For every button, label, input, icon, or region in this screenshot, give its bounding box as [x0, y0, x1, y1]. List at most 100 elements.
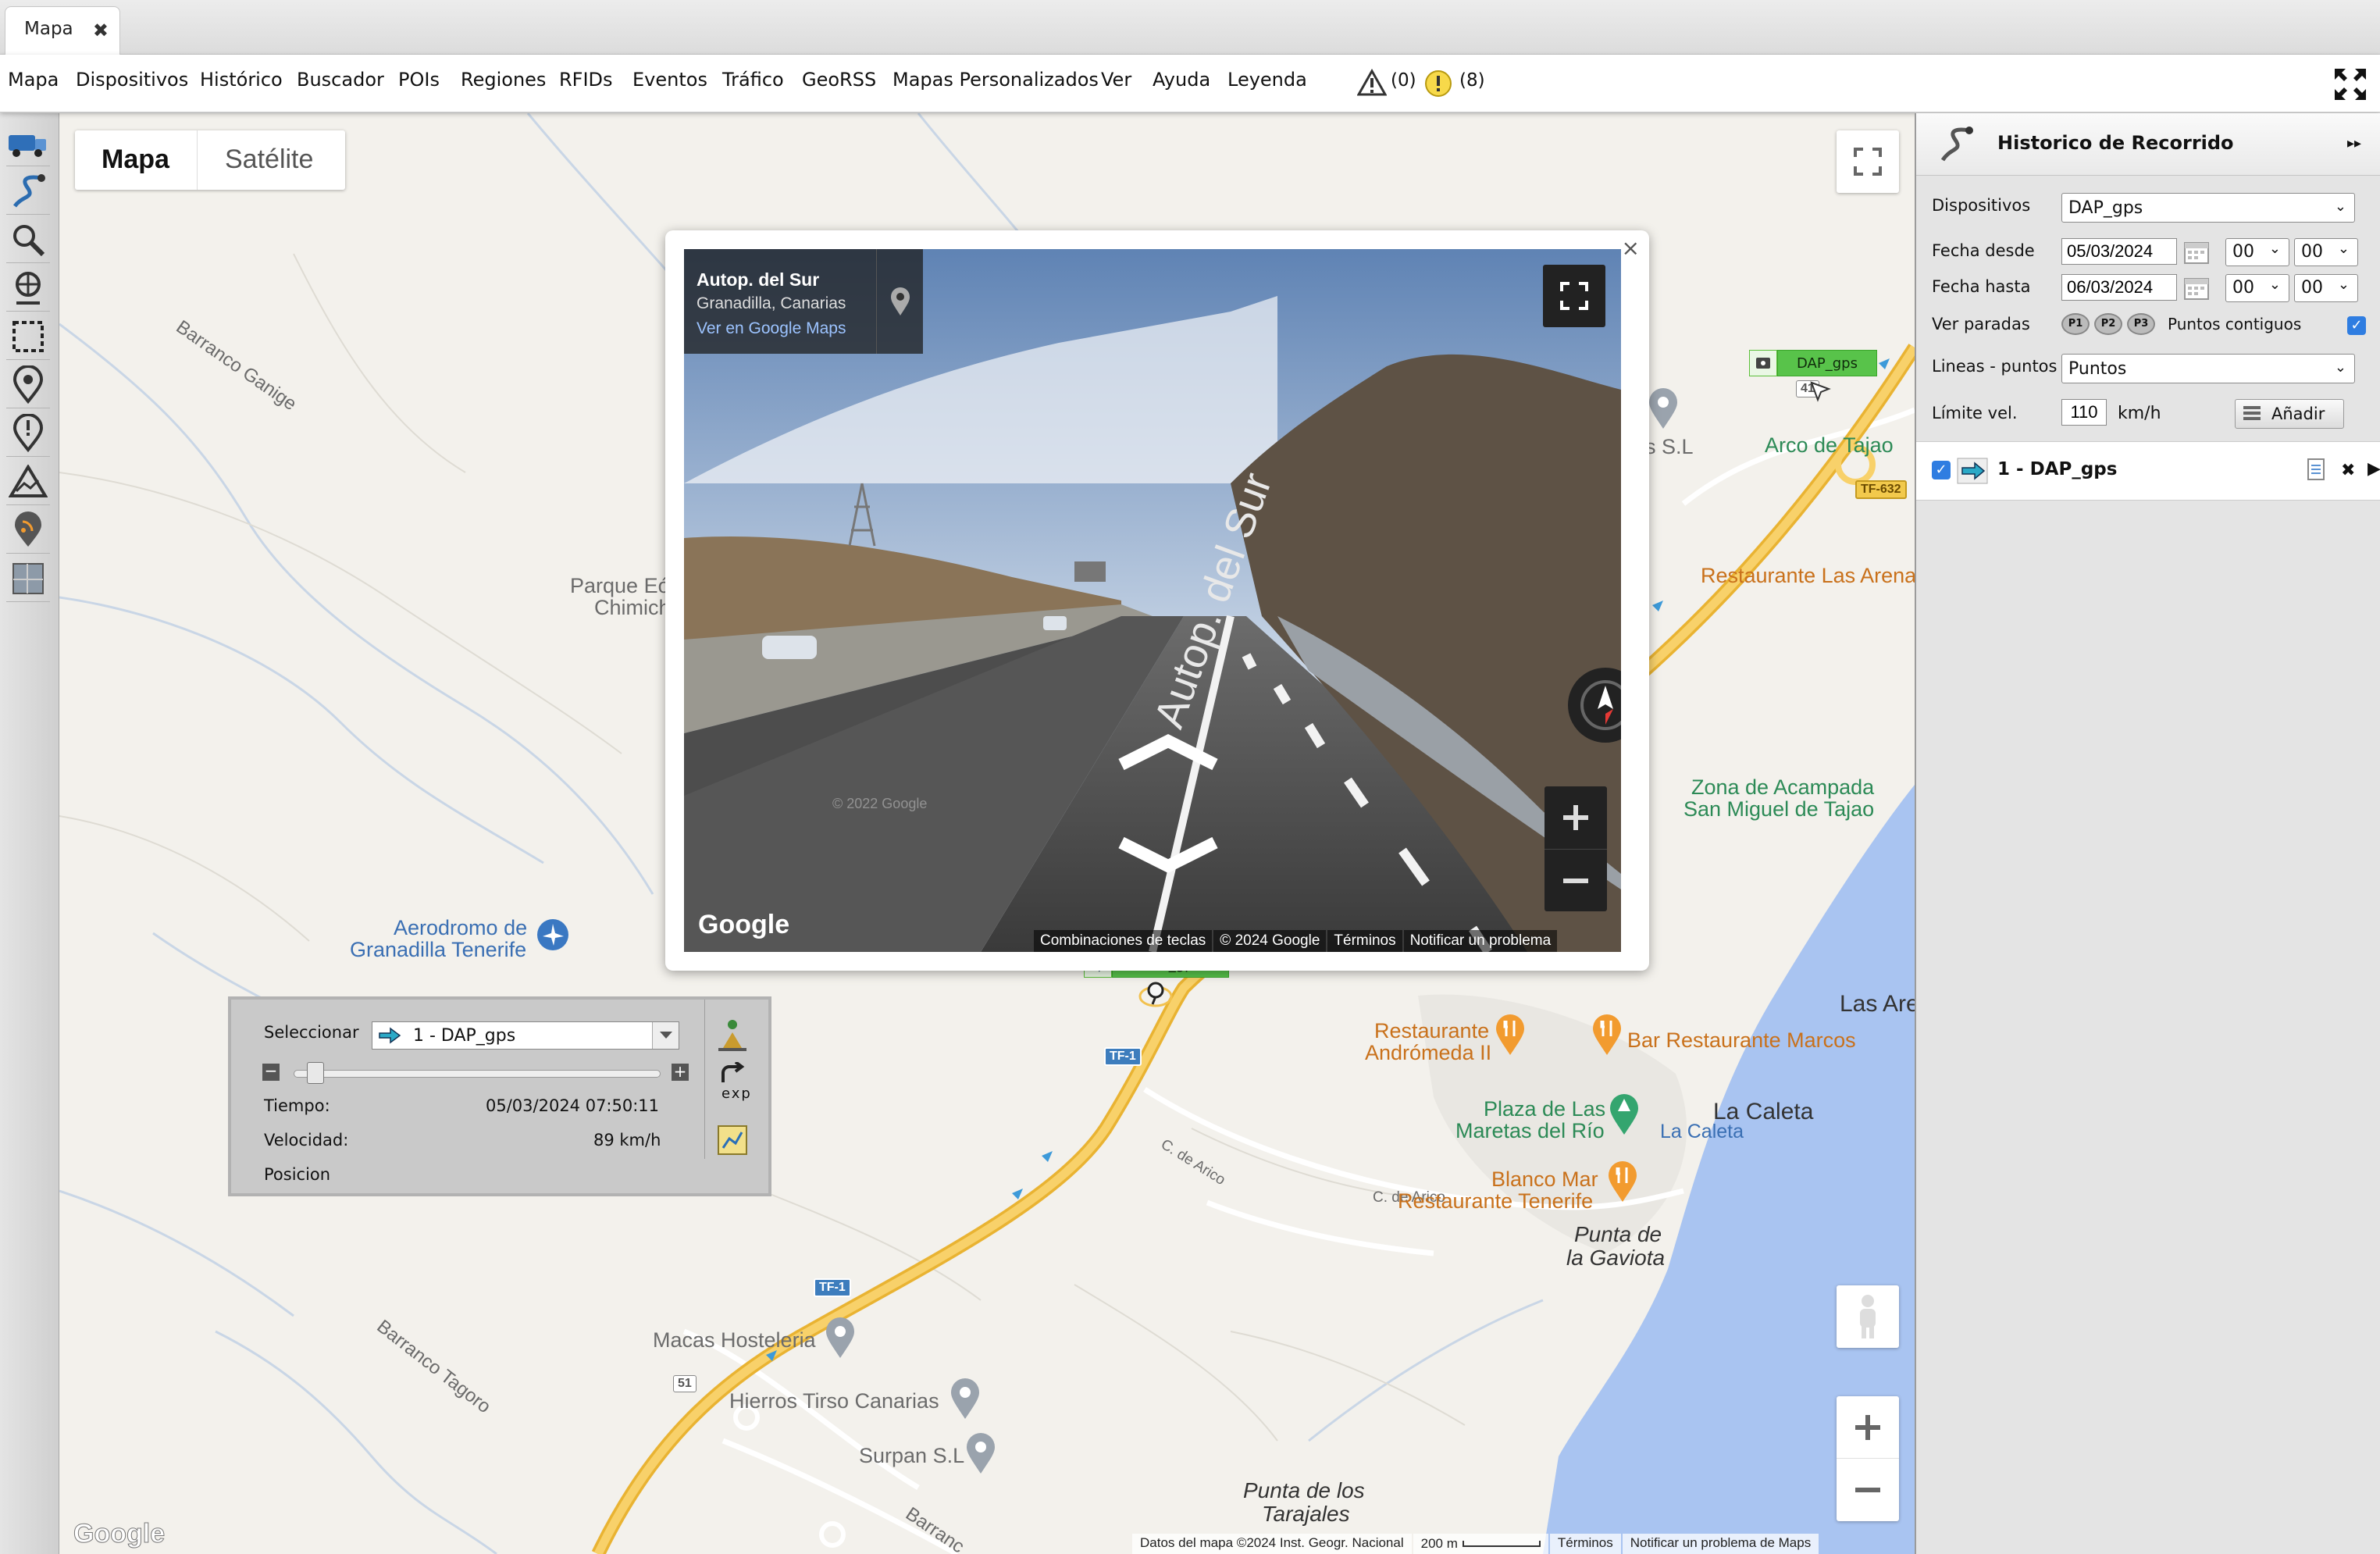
fecha-desde-hour[interactable]: 00 ⌄	[2225, 238, 2289, 266]
menu-item-trafico[interactable]: Tráfico	[722, 69, 784, 91]
map-label-las-are: Las Are	[1840, 991, 1915, 1017]
dispositivos-select[interactable]: DAP_gps ⌄	[2061, 193, 2355, 223]
report-problem-link[interactable]: Notificar un problema	[1403, 930, 1558, 952]
menu-item-leyenda[interactable]: Leyenda	[1227, 69, 1307, 91]
zoom-in-button[interactable]	[1837, 1396, 1899, 1459]
street-view-maps-link[interactable]: Ver en Google Maps	[697, 319, 846, 338]
panel-collapse-icon[interactable]: ▸▸	[2347, 135, 2361, 151]
street-view-close-icon[interactable]: ×	[1622, 235, 1640, 261]
menu-item-buscador[interactable]: Buscador	[297, 69, 384, 91]
track-label: 1 - DAP_gps	[1997, 459, 2118, 479]
street-view-image[interactable]: Autop. del Sur © 2022 Google Google	[684, 249, 1621, 952]
map-label-punta-tarajales-2: Tarajales	[1262, 1502, 1350, 1526]
tool-regions[interactable]	[6, 313, 50, 360]
warning-chart-icon	[9, 464, 48, 497]
menu-item-eventos[interactable]: Eventos	[632, 69, 707, 91]
lineas-puntos-select[interactable]: Puntos ⌄	[2061, 354, 2355, 383]
left-toolbar	[0, 113, 59, 1554]
route-person-icon	[718, 1020, 746, 1051]
street-view-fullscreen-button[interactable]	[1543, 265, 1605, 327]
fecha-hasta-input[interactable]	[2061, 274, 2177, 301]
tool-georss[interactable]	[6, 507, 50, 554]
tool-custom-maps[interactable]	[6, 555, 50, 602]
replay-device-select[interactable]: 1 - DAP_gps	[372, 1021, 679, 1050]
parada-p1-button[interactable]: P1	[2061, 313, 2090, 335]
map-zoom-control	[1837, 1396, 1899, 1521]
replay-time-value: 05/03/2024 07:50:11	[486, 1096, 660, 1115]
terms-link[interactable]: Términos	[1327, 930, 1402, 952]
street-view-pegman[interactable]	[1837, 1285, 1899, 1348]
fecha-desde-input[interactable]	[2061, 238, 2177, 265]
fecha-hasta-hour[interactable]: 00 ⌄	[2225, 274, 2289, 302]
tool-geofence[interactable]	[6, 265, 50, 312]
street-view-pin-button[interactable]	[876, 249, 923, 354]
map-fullscreen-button[interactable]	[1837, 130, 1899, 193]
zoom-out-button[interactable]	[1837, 1459, 1899, 1521]
add-button-label: Añadir	[2271, 405, 2325, 423]
tool-pois[interactable]	[6, 362, 50, 408]
track-play-icon[interactable]: ▶	[2368, 459, 2380, 479]
replay-route-button[interactable]	[715, 1018, 750, 1053]
parada-p2-button[interactable]: P2	[2094, 313, 2122, 335]
tool-search[interactable]	[6, 216, 50, 263]
puntos-contiguos-checkbox[interactable]: ✓	[2347, 316, 2366, 335]
map-terms-link[interactable]: Términos	[1549, 1534, 1621, 1554]
menu-item-georss[interactable]: GeoRSS	[802, 69, 876, 91]
replay-slider-track[interactable]	[294, 1070, 661, 1078]
limite-vel-input[interactable]	[2061, 399, 2107, 426]
menu-item-ayuda[interactable]: Ayuda	[1153, 69, 1210, 91]
menu-item-historico[interactable]: Histórico	[200, 69, 283, 91]
document-icon[interactable]	[2307, 458, 2325, 481]
tool-alerts[interactable]	[6, 410, 50, 457]
tab-mapa[interactable]: Mapa ✖	[5, 6, 120, 55]
calendar-icon[interactable]	[2183, 240, 2210, 265]
tool-vehicles[interactable]	[6, 119, 50, 166]
map-label-blanco-mar-2: Restaurante Tenerife	[1398, 1189, 1594, 1213]
map-type-mapa[interactable]: Mapa	[102, 144, 169, 175]
menu-item-pois[interactable]: POIs	[398, 69, 440, 91]
parada-p3-button[interactable]: P3	[2127, 313, 2155, 335]
chevron-down-icon: ⌄	[2268, 276, 2281, 293]
menu-item-mapas-personalizados[interactable]: Mapas Personalizados	[892, 69, 1099, 91]
map-pin-icon	[1649, 388, 1677, 429]
map-report-link[interactable]: Notificar un problema de Maps	[1622, 1534, 1819, 1554]
plus-icon	[1563, 805, 1588, 830]
map-label-rest-andromeda-2: Andrómeda II	[1365, 1041, 1492, 1064]
chevron-down-icon: ⌄	[2268, 241, 2281, 257]
street-view-zoom-out[interactable]	[1545, 849, 1607, 911]
location-pin-icon	[890, 287, 910, 315]
menu-item-rfids[interactable]: RFIDs	[559, 69, 613, 91]
menu-item-regiones[interactable]: Regiones	[461, 69, 546, 91]
tool-history[interactable]	[6, 168, 50, 215]
device-marker[interactable]: DAP_gps	[1749, 350, 1877, 376]
truck-icon	[9, 134, 46, 157]
tool-warnings[interactable]	[6, 458, 50, 505]
lineas-puntos-label: Lineas - puntos	[1932, 357, 2058, 376]
replay-slider-handle[interactable]	[307, 1062, 325, 1084]
fecha-hasta-minute[interactable]: 00 ⌄	[2294, 274, 2358, 302]
replay-step-forward-button[interactable]: +	[672, 1064, 689, 1081]
tab-close-icon[interactable]: ✖	[93, 20, 109, 41]
replay-step-back-button[interactable]: −	[262, 1063, 280, 1081]
replay-report-button[interactable]	[717, 1125, 748, 1156]
warning-icon[interactable]	[1357, 69, 1387, 97]
add-button[interactable]: Añadir	[2235, 399, 2344, 429]
menu-item-dispositivos[interactable]: Dispositivos	[76, 69, 188, 91]
menu-item-mapa[interactable]: Mapa	[8, 69, 59, 91]
alert-icon[interactable]	[1423, 69, 1453, 98]
fecha-desde-minute[interactable]: 00 ⌄	[2294, 238, 2358, 266]
map-type-satelite[interactable]: Satélite	[225, 144, 313, 175]
park-pin-icon	[1610, 1094, 1638, 1135]
menu-item-ver[interactable]: Ver	[1101, 69, 1131, 91]
fullscreen-expand-icon[interactable]	[2332, 66, 2369, 103]
track-remove-icon[interactable]: ✖	[2341, 461, 2355, 480]
street-view-zoom-in[interactable]	[1545, 786, 1607, 849]
track-checkbox[interactable]: ✓	[1932, 461, 1951, 479]
calendar-icon[interactable]	[2183, 276, 2210, 301]
keyboard-shortcuts-link[interactable]: Combinaciones de teclas	[1034, 930, 1213, 952]
menu-bar: Mapa Dispositivos Histórico Buscador POI…	[0, 55, 2380, 112]
replay-export-button[interactable]: exp	[717, 1060, 750, 1106]
map-scale: 200 m	[1413, 1534, 1548, 1554]
tab-label: Mapa	[24, 19, 73, 39]
map-pin-icon	[951, 1378, 979, 1419]
